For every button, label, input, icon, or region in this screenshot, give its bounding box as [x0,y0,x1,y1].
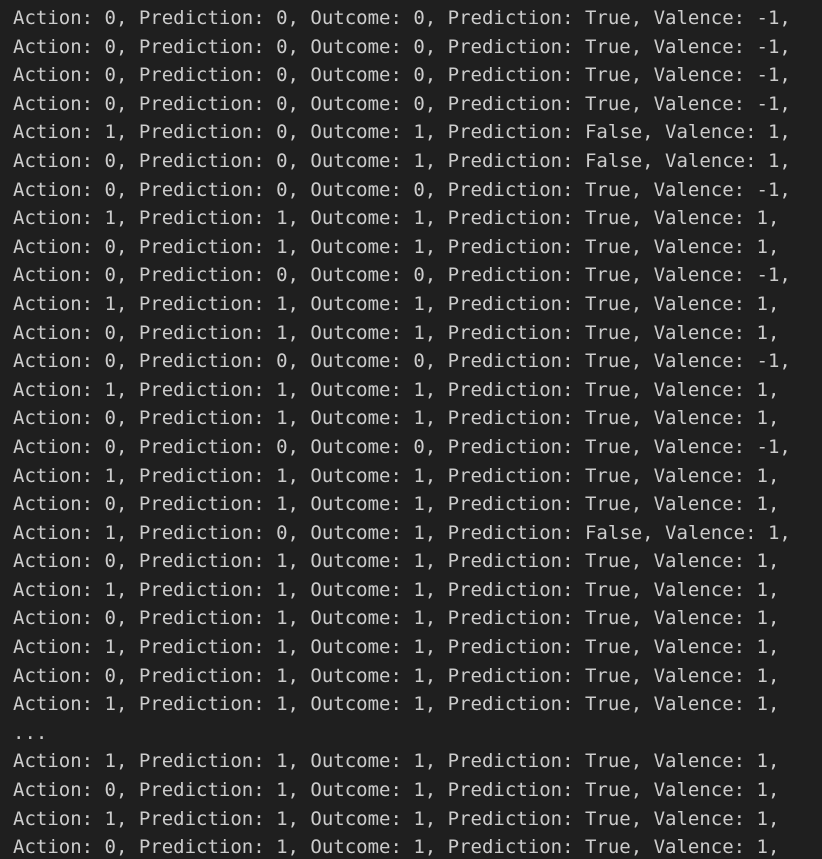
output-line: Action: 0, Prediction: 0, Outcome: 0, Pr… [13,35,791,58]
output-line: Action: 0, Prediction: 1, Outcome: 1, Pr… [13,407,780,430]
output-line: Action: 0, Prediction: 0, Outcome: 0, Pr… [13,178,791,201]
output-line: Action: 1, Prediction: 1, Outcome: 1, Pr… [13,750,780,773]
output-line: Action: 0, Prediction: 1, Outcome: 1, Pr… [13,779,780,802]
output-line: Action: 1, Prediction: 0, Outcome: 1, Pr… [13,121,791,144]
output-line: Action: 1, Prediction: 1, Outcome: 1, Pr… [13,578,780,601]
output-line: Action: 0, Prediction: 0, Outcome: 0, Pr… [13,92,791,115]
output-line: Action: 0, Prediction: 1, Outcome: 1, Pr… [13,493,780,516]
output-line: Action: 0, Prediction: 1, Outcome: 1, Pr… [13,664,780,687]
output-line: Action: 1, Prediction: 1, Outcome: 1, Pr… [13,292,780,315]
output-line: Action: 0, Prediction: 0, Outcome: 1, Pr… [13,149,791,172]
output-line: Action: 0, Prediction: 1, Outcome: 1, Pr… [13,235,780,258]
output-line: Action: 0, Prediction: 1, Outcome: 1, Pr… [13,607,780,630]
output-line: Action: 0, Prediction: 1, Outcome: 1, Pr… [13,550,780,573]
output-line: Action: 1, Prediction: 1, Outcome: 1, Pr… [13,636,780,659]
output-ellipsis: ... [13,721,48,744]
output-line: Action: 1, Prediction: 0, Outcome: 1, Pr… [13,521,791,544]
output-line: Action: 0, Prediction: 1, Outcome: 1, Pr… [13,836,780,859]
output-line: Action: 0, Prediction: 0, Outcome: 0, Pr… [13,435,791,458]
output-line: Action: 0, Prediction: 1, Outcome: 1, Pr… [13,321,780,344]
output-line: Action: 0, Prediction: 0, Outcome: 0, Pr… [13,64,791,87]
output-line: Action: 0, Prediction: 0, Outcome: 0, Pr… [13,7,791,29]
output-line: Action: 1, Prediction: 1, Outcome: 1, Pr… [13,807,780,830]
output-line: Action: 0, Prediction: 0, Outcome: 0, Pr… [13,264,791,287]
output-panel[interactable]: Action: 0, Prediction: 0, Outcome: 0, Pr… [0,0,822,859]
output-line: Action: 1, Prediction: 1, Outcome: 1, Pr… [13,693,780,716]
output-line: Action: 0, Prediction: 0, Outcome: 0, Pr… [13,350,791,373]
output-line: Action: 1, Prediction: 1, Outcome: 1, Pr… [13,378,780,401]
output-line: Action: 1, Prediction: 1, Outcome: 1, Pr… [13,207,780,230]
output-line: Action: 1, Prediction: 1, Outcome: 1, Pr… [13,464,780,487]
